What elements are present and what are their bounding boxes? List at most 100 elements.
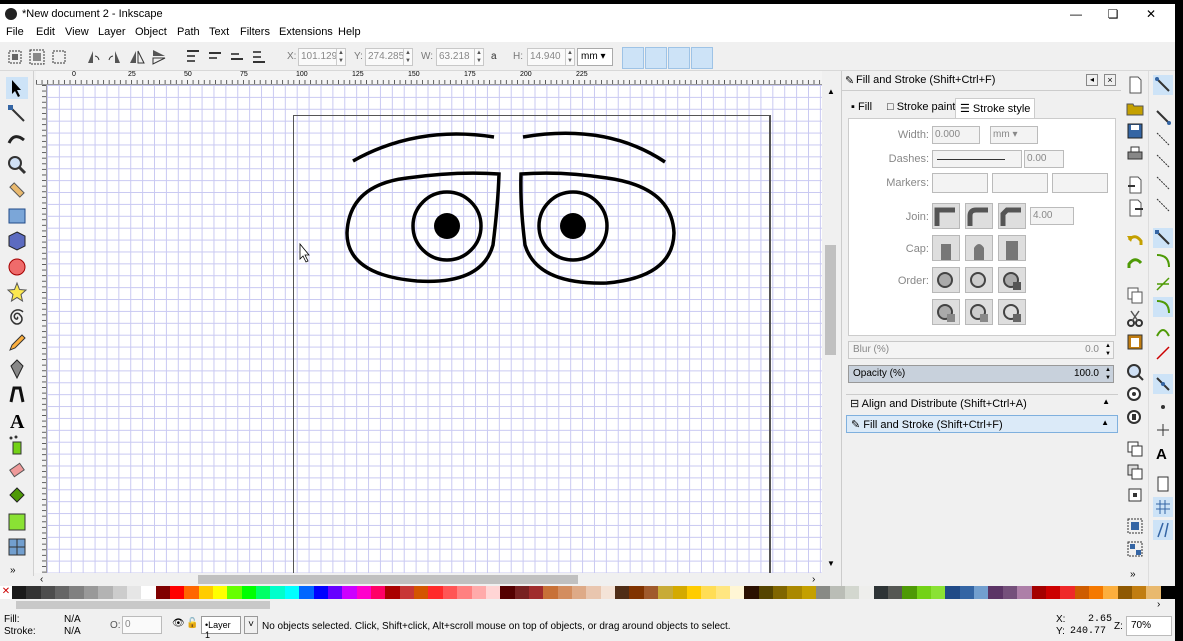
palette-swatch[interactable] [1017,586,1032,599]
palette-swatch[interactable] [744,586,759,599]
menu-extensions[interactable]: Extensions [279,26,333,38]
palette-swatch[interactable] [256,586,271,599]
fill-value[interactable]: N/A [64,614,81,625]
snap-cusp-icon[interactable] [1153,297,1173,317]
menu-edit[interactable]: Edit [36,26,55,38]
flip-horizontal-icon[interactable] [128,48,146,66]
miter-limit-field[interactable]: 4.00 [1030,207,1074,225]
palette-swatch[interactable] [1045,586,1061,599]
tab-stroke-paint[interactable]: □ Stroke paint [883,98,959,118]
menu-help[interactable]: Help [338,26,361,38]
palette-swatch[interactable] [729,586,745,599]
palette-swatch[interactable] [428,586,443,599]
palette-swatch[interactable] [658,586,673,599]
palette-swatch[interactable] [1002,586,1018,599]
y-field[interactable]: 274.285 ▲ ▼ [365,48,413,66]
order-fill-markers-stroke-icon[interactable] [998,267,1026,293]
palette-swatch[interactable] [370,586,386,599]
palette-swatch[interactable] [270,586,285,599]
scroll-right-icon[interactable]: › [812,574,815,585]
select-all-layers-icon[interactable] [28,48,46,66]
ungroup-icon[interactable] [1125,539,1145,559]
start-marker-select[interactable] [932,173,988,193]
snap-page-border-icon[interactable] [1153,474,1173,494]
spin-arrows-icon[interactable]: ▲ ▼ [565,49,574,65]
palette-swatch[interactable] [385,586,400,599]
open-icon[interactable] [1125,98,1145,118]
palette-swatch[interactable] [643,586,659,599]
palette-swatch[interactable] [356,586,371,599]
palette-swatch[interactable] [1132,586,1147,599]
selector-tool-icon[interactable] [6,77,28,99]
more-tools-icon[interactable]: » [10,565,16,576]
vertical-scroll-thumb[interactable] [825,245,836,355]
redo-icon[interactable] [1125,254,1145,274]
scroll-left-icon[interactable]: ‹ [40,574,43,585]
3d-box-tool-icon[interactable] [6,230,28,252]
palette-swatch[interactable] [69,586,84,599]
palette-swatch[interactable] [1074,586,1089,599]
palette-swatch[interactable] [213,586,228,599]
palette-swatch[interactable] [715,586,730,599]
palette-swatch[interactable] [615,586,630,599]
palette-swatch[interactable] [701,586,716,599]
duplicate-icon[interactable] [1125,439,1145,459]
palette-swatch[interactable] [284,586,300,599]
order-fill-stroke-markers-icon[interactable] [932,267,960,293]
palette-swatch[interactable] [399,586,415,599]
palette-swatch[interactable] [1160,586,1175,599]
scroll-down-icon[interactable]: ▼ [827,559,835,568]
flip-vertical-icon[interactable] [150,48,168,66]
snap-bbox-center-icon[interactable] [1153,195,1173,215]
undo-icon[interactable] [1125,231,1145,251]
snap-grid-icon[interactable] [1153,497,1173,517]
palette-swatch[interactable] [55,586,70,599]
palette-swatch[interactable] [241,586,257,599]
palette-swatch[interactable] [916,586,931,599]
bevel-join-icon[interactable] [998,203,1026,229]
palette-swatch[interactable] [485,586,501,599]
group-icon[interactable] [1125,516,1145,536]
palette-swatch[interactable] [787,586,802,599]
spray-tool-icon[interactable] [6,434,28,456]
layer-lock-icon[interactable]: 🔓 [186,618,198,629]
no-paint-icon[interactable]: ✕ [0,586,12,599]
dock-item-align-distribute[interactable]: ⊟ Align and Distribute (Shift+Ctrl+A) ▲ [846,394,1118,412]
dock-close-icon[interactable]: × [1104,74,1116,86]
pencil-tool-icon[interactable] [6,332,28,354]
palette-swatch[interactable] [327,586,343,599]
zoom-drawing-icon[interactable] [1125,385,1145,405]
cut-icon[interactable] [1125,308,1145,328]
snap-intersections-icon[interactable] [1153,274,1173,294]
snap-others-icon[interactable] [1153,374,1173,394]
lower-icon[interactable] [228,48,246,66]
layer-select[interactable]: •Layer 1 [201,616,241,640]
palette-swatch[interactable] [873,586,888,599]
palette-swatch[interactable] [959,586,975,599]
maximize-icon[interactable]: ❏ [1098,5,1128,23]
x-field[interactable]: 101.129 ▲ ▼ [298,48,346,66]
move-gradients-toggle[interactable] [668,47,690,69]
scroll-up-icon[interactable]: ▲ [827,87,835,96]
palette-swatch[interactable] [931,586,946,599]
order-stroke-markers-fill-icon[interactable] [965,299,993,325]
spin-arrows-icon[interactable]: ▲ ▼ [474,49,483,65]
palette-swatch[interactable] [155,586,170,599]
round-join-icon[interactable] [965,203,993,229]
menu-filters[interactable]: Filters [240,26,270,38]
move-patterns-toggle[interactable] [691,47,713,69]
palette-swatch[interactable] [12,586,27,599]
palette-swatch[interactable] [26,586,41,599]
palette-swatch[interactable] [672,586,687,599]
palette-swatch[interactable] [773,586,788,599]
w-field[interactable]: 63.218 ▲ ▼ [436,48,484,66]
order-markers-fill-stroke-icon[interactable] [932,299,960,325]
import-icon[interactable] [1125,175,1145,195]
rotate-cw-icon[interactable] [106,48,124,66]
calligraphy-tool-icon[interactable] [6,383,28,405]
palette-swatch[interactable] [313,586,328,599]
dock-iconify-icon[interactable]: ◂ [1086,74,1098,86]
rectangle-tool-icon[interactable] [6,205,28,227]
snap-rotation-center-icon[interactable] [1153,420,1173,440]
palette-swatch[interactable] [758,586,774,599]
